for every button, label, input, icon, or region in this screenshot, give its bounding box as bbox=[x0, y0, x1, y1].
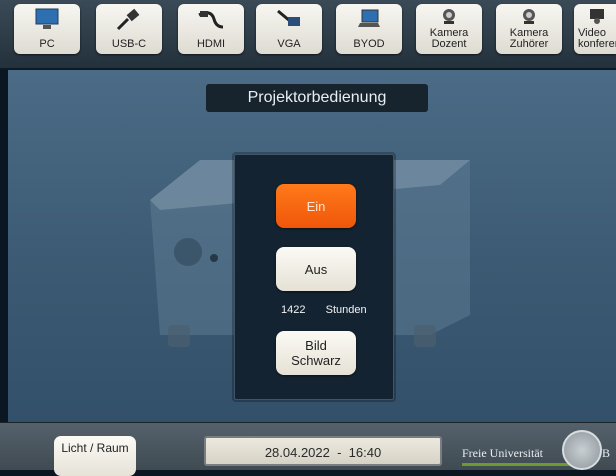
laptop-icon bbox=[354, 7, 384, 34]
source-hdmi-button[interactable]: HDMI bbox=[178, 4, 244, 54]
source-label: Kamera Zuhörer bbox=[509, 27, 549, 50]
page-title: Projektorbedienung bbox=[206, 84, 428, 112]
source-label: USB-C bbox=[111, 38, 147, 50]
institution-logo-text-cut: B bbox=[602, 446, 611, 460]
hdmi-cable-icon bbox=[196, 7, 226, 34]
source-bar: PC USB-C HDMI VGA BYOD Kamera Dozent Kam… bbox=[0, 0, 616, 70]
camera-icon bbox=[514, 7, 544, 28]
power-on-button[interactable]: Ein bbox=[276, 184, 356, 228]
usb-cable-icon bbox=[114, 7, 144, 34]
pc-icon bbox=[32, 7, 62, 34]
source-byod-button[interactable]: BYOD bbox=[336, 4, 402, 54]
source-usbc-button[interactable]: USB-C bbox=[96, 4, 162, 54]
source-kamera-dozent-button[interactable]: Kamera Dozent bbox=[416, 4, 482, 54]
date-time-display: 28.04.2022 - 16:40 bbox=[204, 436, 442, 466]
video-conference-icon bbox=[588, 7, 608, 28]
university-seal-icon bbox=[562, 430, 602, 470]
light-room-button[interactable]: Licht / Raum bbox=[54, 436, 136, 476]
power-off-button[interactable]: Aus bbox=[276, 247, 356, 291]
source-video-konferenz-button[interactable]: Video konferenz bbox=[574, 4, 616, 54]
source-label: PC bbox=[39, 38, 55, 50]
lamp-hours-unit: Stunden bbox=[325, 304, 367, 316]
vga-cable-icon bbox=[274, 7, 304, 34]
institution-logo-text: Freie Universität bbox=[462, 446, 543, 460]
lamp-hours-value: 1422 bbox=[281, 304, 306, 316]
source-kamera-zuhoerer-button[interactable]: Kamera Zuhörer bbox=[496, 4, 562, 54]
source-label: Video konferenz bbox=[578, 27, 616, 50]
source-label: BYOD bbox=[353, 38, 385, 50]
source-label: Kamera Dozent bbox=[429, 27, 469, 50]
source-label: VGA bbox=[277, 38, 301, 50]
lamp-hours: 1422 Stunden bbox=[281, 304, 367, 316]
source-vga-button[interactable]: VGA bbox=[256, 4, 322, 54]
source-label: HDMI bbox=[196, 38, 226, 50]
blank-screen-button[interactable]: Bild Schwarz bbox=[276, 331, 356, 375]
source-pc-button[interactable]: PC bbox=[14, 4, 80, 54]
logo-underline bbox=[462, 463, 572, 466]
camera-icon bbox=[434, 7, 464, 28]
